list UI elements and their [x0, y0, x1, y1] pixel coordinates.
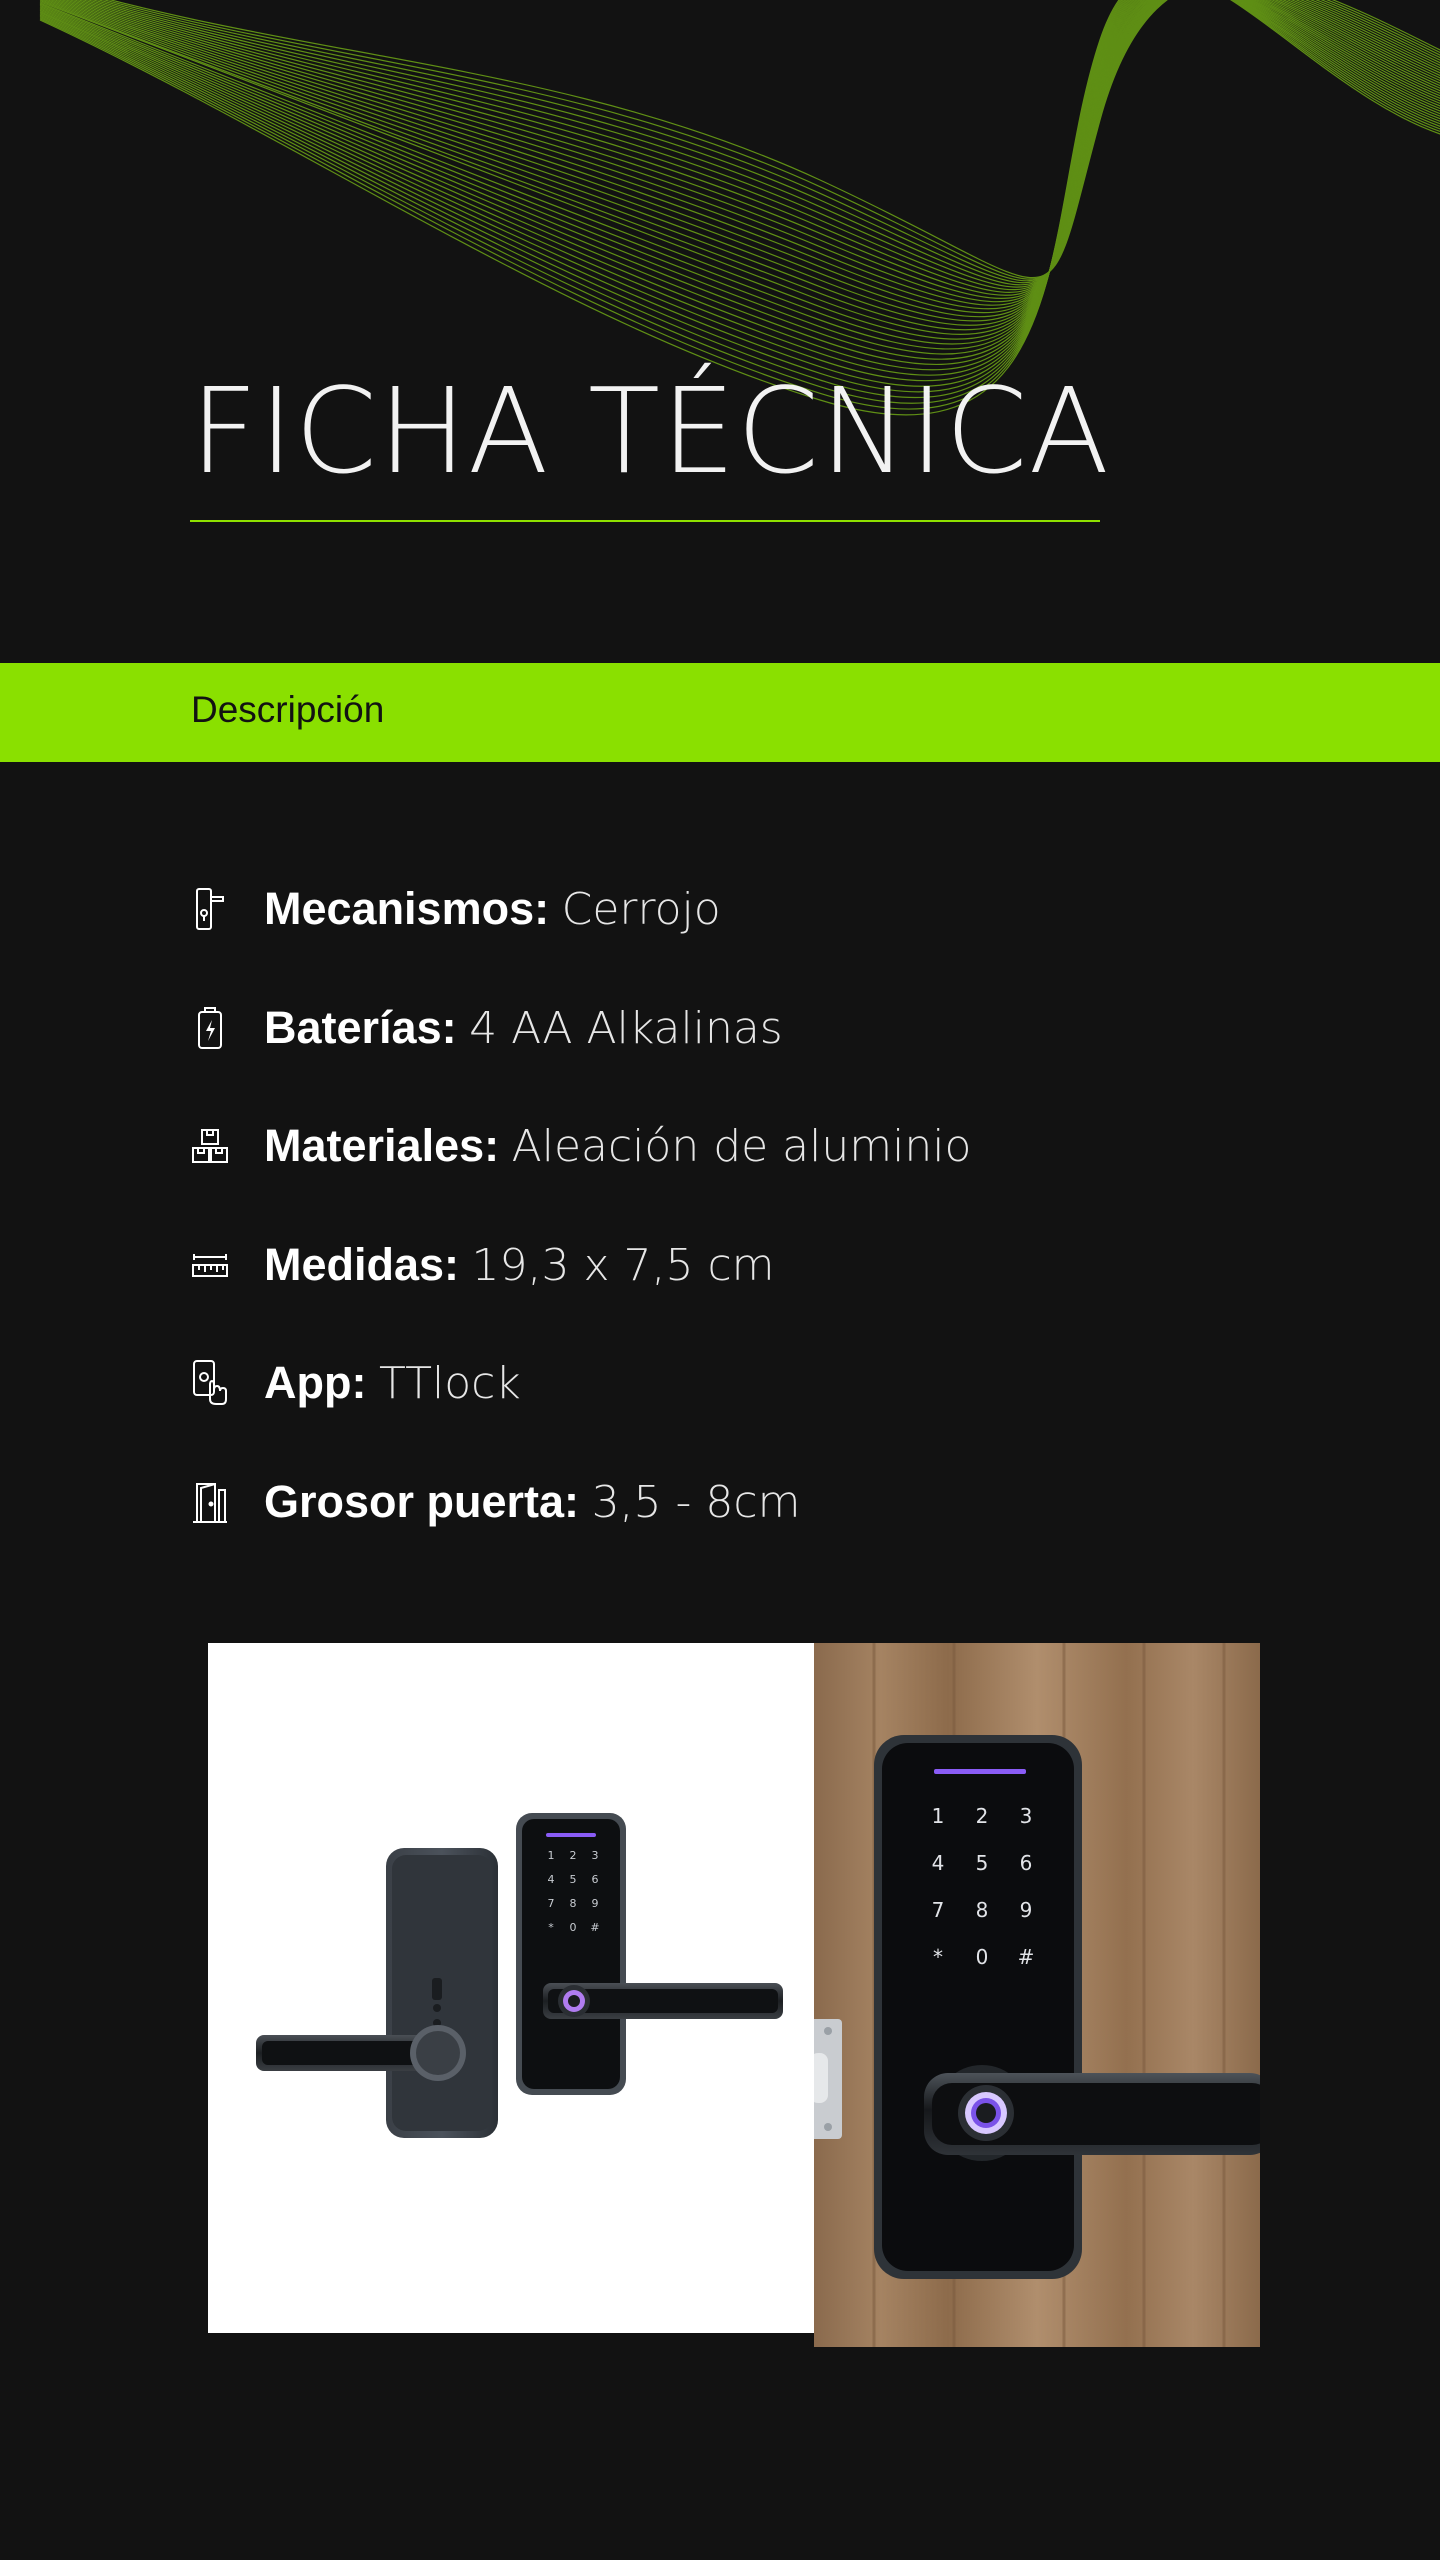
keypad-key-label: 8: [570, 1897, 577, 1910]
keypad-key-label: 2: [976, 1804, 989, 1828]
product-photo-white: 1 2 3 4 5 6 7 8 9 * 0 #: [208, 1643, 814, 2333]
keypad-key-label: 3: [592, 1849, 599, 1862]
keypad-key-label: *: [548, 1921, 554, 1934]
keypad-key-label: 2: [570, 1849, 577, 1862]
door-icon: [190, 1478, 230, 1526]
keypad-key-label: 9: [1020, 1898, 1033, 1922]
wave-line: [39, 0, 1440, 331]
spec-value: TTlock: [378, 1358, 521, 1410]
keypad-key-label: #: [590, 1921, 599, 1934]
keypad-key-label: 6: [1020, 1851, 1033, 1875]
spec-value: 4 AA Alkalinas: [469, 1002, 783, 1054]
keypad-key-label: 5: [976, 1851, 989, 1875]
keypad-key-label: 3: [1020, 1804, 1033, 1828]
spec-value: 19,3 x 7,5 cm: [471, 1239, 775, 1291]
spec-list: Mecanismos: Cerrojo Baterías: 4 AA Alkal…: [190, 850, 1290, 1561]
wave-line: [68, 0, 1440, 296]
spec-value: Cerrojo: [561, 884, 721, 936]
spec-item-materiales: Materiales: Aleación de aluminio: [190, 1087, 1290, 1206]
ruler-icon: [190, 1241, 230, 1289]
section-label: Descripción: [191, 689, 385, 730]
wave-line: [77, 0, 1440, 291]
keypad-key-label: *: [933, 1945, 943, 1969]
page-title: FICHA TÉCNICA: [190, 362, 1111, 500]
keypad-key-label: 0: [570, 1921, 577, 1934]
keypad-key-label: 7: [932, 1898, 945, 1922]
lock-on-wood-door-illustration: 1 2 3 4 5 6 7 8 9 * 0 #: [814, 1643, 1260, 2347]
wave-line: [39, 0, 1440, 371]
materials-boxes-icon: [190, 1122, 230, 1170]
smart-lock-pair-illustration: 1 2 3 4 5 6 7 8 9 * 0 #: [256, 1813, 783, 2138]
wave-line: [39, 0, 1440, 416]
spec-key: Grosor puerta:: [264, 1475, 580, 1527]
title-underline: [190, 520, 1100, 522]
spec-key: App:: [264, 1357, 367, 1409]
phone-tap-icon: [190, 1359, 230, 1407]
spec-value: Aleación de aluminio: [511, 1121, 972, 1173]
section-header-band: Descripción: [0, 663, 1440, 762]
spec-key: Baterías:: [264, 1001, 457, 1053]
keypad-key-label: 0: [976, 1945, 989, 1969]
wave-line: [64, 0, 1440, 299]
wave-line: [39, 0, 1440, 355]
spec-item-mecanismos: Mecanismos: Cerrojo: [190, 850, 1290, 969]
battery-icon: [190, 1004, 230, 1052]
product-photo-door: 1 2 3 4 5 6 7 8 9 * 0 #: [814, 1643, 1260, 2347]
keypad-key-label: 4: [932, 1851, 945, 1875]
door-handle-icon: [190, 885, 230, 933]
keypad-key-label: 1: [932, 1804, 945, 1828]
wave-line: [102, 0, 1440, 280]
product-spec-sheet: FICHA TÉCNICA Descripción Mecanismos: Ce…: [0, 0, 1440, 2560]
keypad-key-label: 7: [548, 1897, 555, 1910]
spec-key: Materiales:: [264, 1120, 500, 1172]
spec-key: Mecanismos:: [264, 883, 550, 935]
wave-line: [39, 0, 1440, 393]
keypad-key-label: 5: [570, 1873, 577, 1886]
spec-key: Medidas:: [264, 1238, 460, 1290]
keypad-key-label: 6: [592, 1873, 599, 1886]
keypad-key-label: 1: [548, 1849, 555, 1862]
keypad-key-label: 8: [976, 1898, 989, 1922]
keypad-key-label: 9: [592, 1897, 599, 1910]
wave-line: [49, 0, 1440, 314]
spec-item-baterias: Baterías: 4 AA Alkalinas: [190, 969, 1290, 1088]
wave-line: [39, 0, 1440, 410]
spec-item-app: App: TTlock: [190, 1324, 1290, 1443]
wave-line: [39, 0, 1440, 387]
spec-item-medidas: Medidas: 19,3 x 7,5 cm: [190, 1206, 1290, 1325]
spec-value: 3,5 - 8cm: [591, 1476, 801, 1528]
spec-item-grosor-puerta: Grosor puerta: 3,5 - 8cm: [190, 1443, 1290, 1562]
keypad-key-label: #: [1018, 1945, 1035, 1969]
keypad-key-label: 4: [548, 1873, 555, 1886]
